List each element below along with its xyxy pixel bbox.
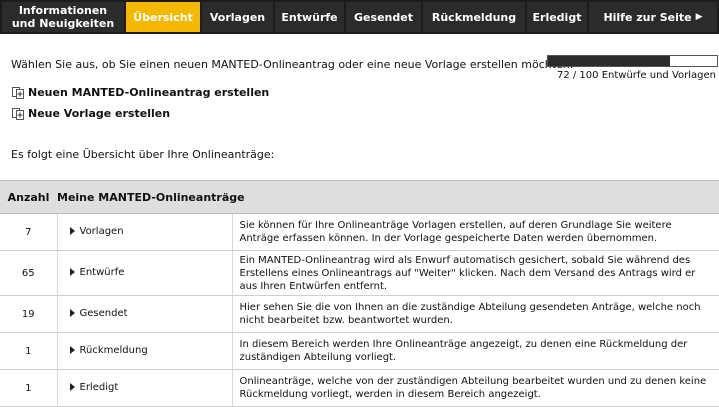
row-count: 7 — [0, 213, 58, 251]
category-link-drafts[interactable]: Entwürfe — [69, 266, 125, 278]
category-label: Entwürfe — [79, 266, 125, 278]
new-template-link[interactable]: Neue Vorlage erstellen — [12, 107, 170, 120]
tab-feedback-label: Rückmeldung — [431, 10, 517, 24]
row-description: In diesem Bereich werden Ihre Onlineantr… — [232, 332, 719, 370]
table-row: 19 Gesendet Hier sehen Sie die von Ihnen… — [0, 295, 719, 333]
tab-help-label: Hilfe zur Seite — [603, 10, 692, 24]
tab-help[interactable]: Hilfe zur Seite ▶ — [589, 2, 717, 32]
arrow-right-icon — [69, 268, 75, 277]
document-add-icon — [12, 86, 24, 99]
tab-templates[interactable]: Vorlagen — [202, 2, 273, 32]
category-label: Rückmeldung — [79, 344, 148, 356]
tab-sent[interactable]: Gesendet — [346, 2, 421, 32]
row-count: 65 — [0, 250, 58, 296]
row-description: Onlineanträge, welche von der zuständige… — [232, 369, 719, 407]
tab-overview[interactable]: Übersicht — [126, 2, 200, 32]
table-row: 1 Erledigt Onlineanträge, welche von der… — [0, 369, 719, 407]
tab-drafts[interactable]: Entwürfe — [275, 2, 344, 32]
header-count: Anzahl — [0, 180, 57, 214]
table-row: 65 Entwürfe Ein MANTED-Onlineantrag wird… — [0, 250, 719, 296]
arrow-right-icon — [69, 227, 75, 236]
arrow-right-icon — [69, 309, 75, 318]
row-count: 19 — [0, 295, 58, 333]
tab-information[interactable]: Informationen und Neuigkeiten — [2, 2, 124, 32]
summary-text: Es folgt eine Übersicht über Ihre Online… — [11, 148, 275, 161]
applications-table: Anzahl Meine MANTED-Onlineanträge 7 Vorl… — [0, 180, 719, 407]
document-add-icon — [12, 107, 24, 120]
progress-text: 72 / 100 Entwürfe und Vorlagen — [556, 70, 716, 81]
tab-feedback[interactable]: Rückmeldung — [423, 2, 525, 32]
arrow-right-icon: ▶ — [695, 11, 703, 22]
header-category: Meine MANTED-Onlineanträge — [57, 180, 719, 214]
row-count: 1 — [0, 369, 58, 407]
progress-fill — [548, 56, 670, 66]
category-label: Vorlagen — [79, 225, 124, 237]
row-count: 1 — [0, 332, 58, 370]
table-row: 1 Rückmeldung In diesem Bereich werden I… — [0, 332, 719, 370]
category-link-sent[interactable]: Gesendet — [69, 307, 128, 319]
category-label: Erledigt — [79, 381, 119, 393]
tab-information-line1: Informationen — [18, 4, 108, 17]
top-nav: Informationen und Neuigkeiten Übersicht … — [0, 0, 719, 34]
row-description: Sie können für Ihre Onlineanträge Vorlag… — [232, 213, 719, 251]
category-link-done[interactable]: Erledigt — [69, 381, 119, 393]
tab-done-label: Erledigt — [532, 10, 582, 24]
new-template-label: Neue Vorlage erstellen — [28, 107, 171, 120]
progress-bar — [547, 55, 718, 67]
row-description: Hier sehen Sie die von Ihnen an die zust… — [232, 295, 719, 333]
category-link-feedback[interactable]: Rückmeldung — [69, 344, 148, 356]
category-link-templates[interactable]: Vorlagen — [69, 225, 124, 237]
arrow-right-icon — [69, 346, 75, 355]
category-label: Gesendet — [79, 307, 128, 319]
tab-templates-label: Vorlagen — [209, 10, 266, 24]
row-description: Ein MANTED-Onlineantrag wird als Enwurf … — [232, 250, 719, 296]
tab-information-line2: und Neuigkeiten — [11, 17, 115, 30]
tab-done[interactable]: Erledigt — [527, 2, 587, 32]
new-application-label: Neuen MANTED-Onlineantrag erstellen — [28, 86, 270, 99]
table-header-row: Anzahl Meine MANTED-Onlineanträge — [0, 180, 719, 214]
tab-sent-label: Gesendet — [354, 10, 413, 24]
intro-text: Wählen Sie aus, ob Sie einen neuen MANTE… — [11, 58, 574, 71]
new-application-link[interactable]: Neuen MANTED-Onlineantrag erstellen — [12, 86, 269, 99]
tab-drafts-label: Entwürfe — [281, 10, 338, 24]
tab-overview-label: Übersicht — [133, 10, 193, 24]
table-row: 7 Vorlagen Sie können für Ihre Onlineant… — [0, 213, 719, 251]
arrow-right-icon — [69, 383, 75, 392]
